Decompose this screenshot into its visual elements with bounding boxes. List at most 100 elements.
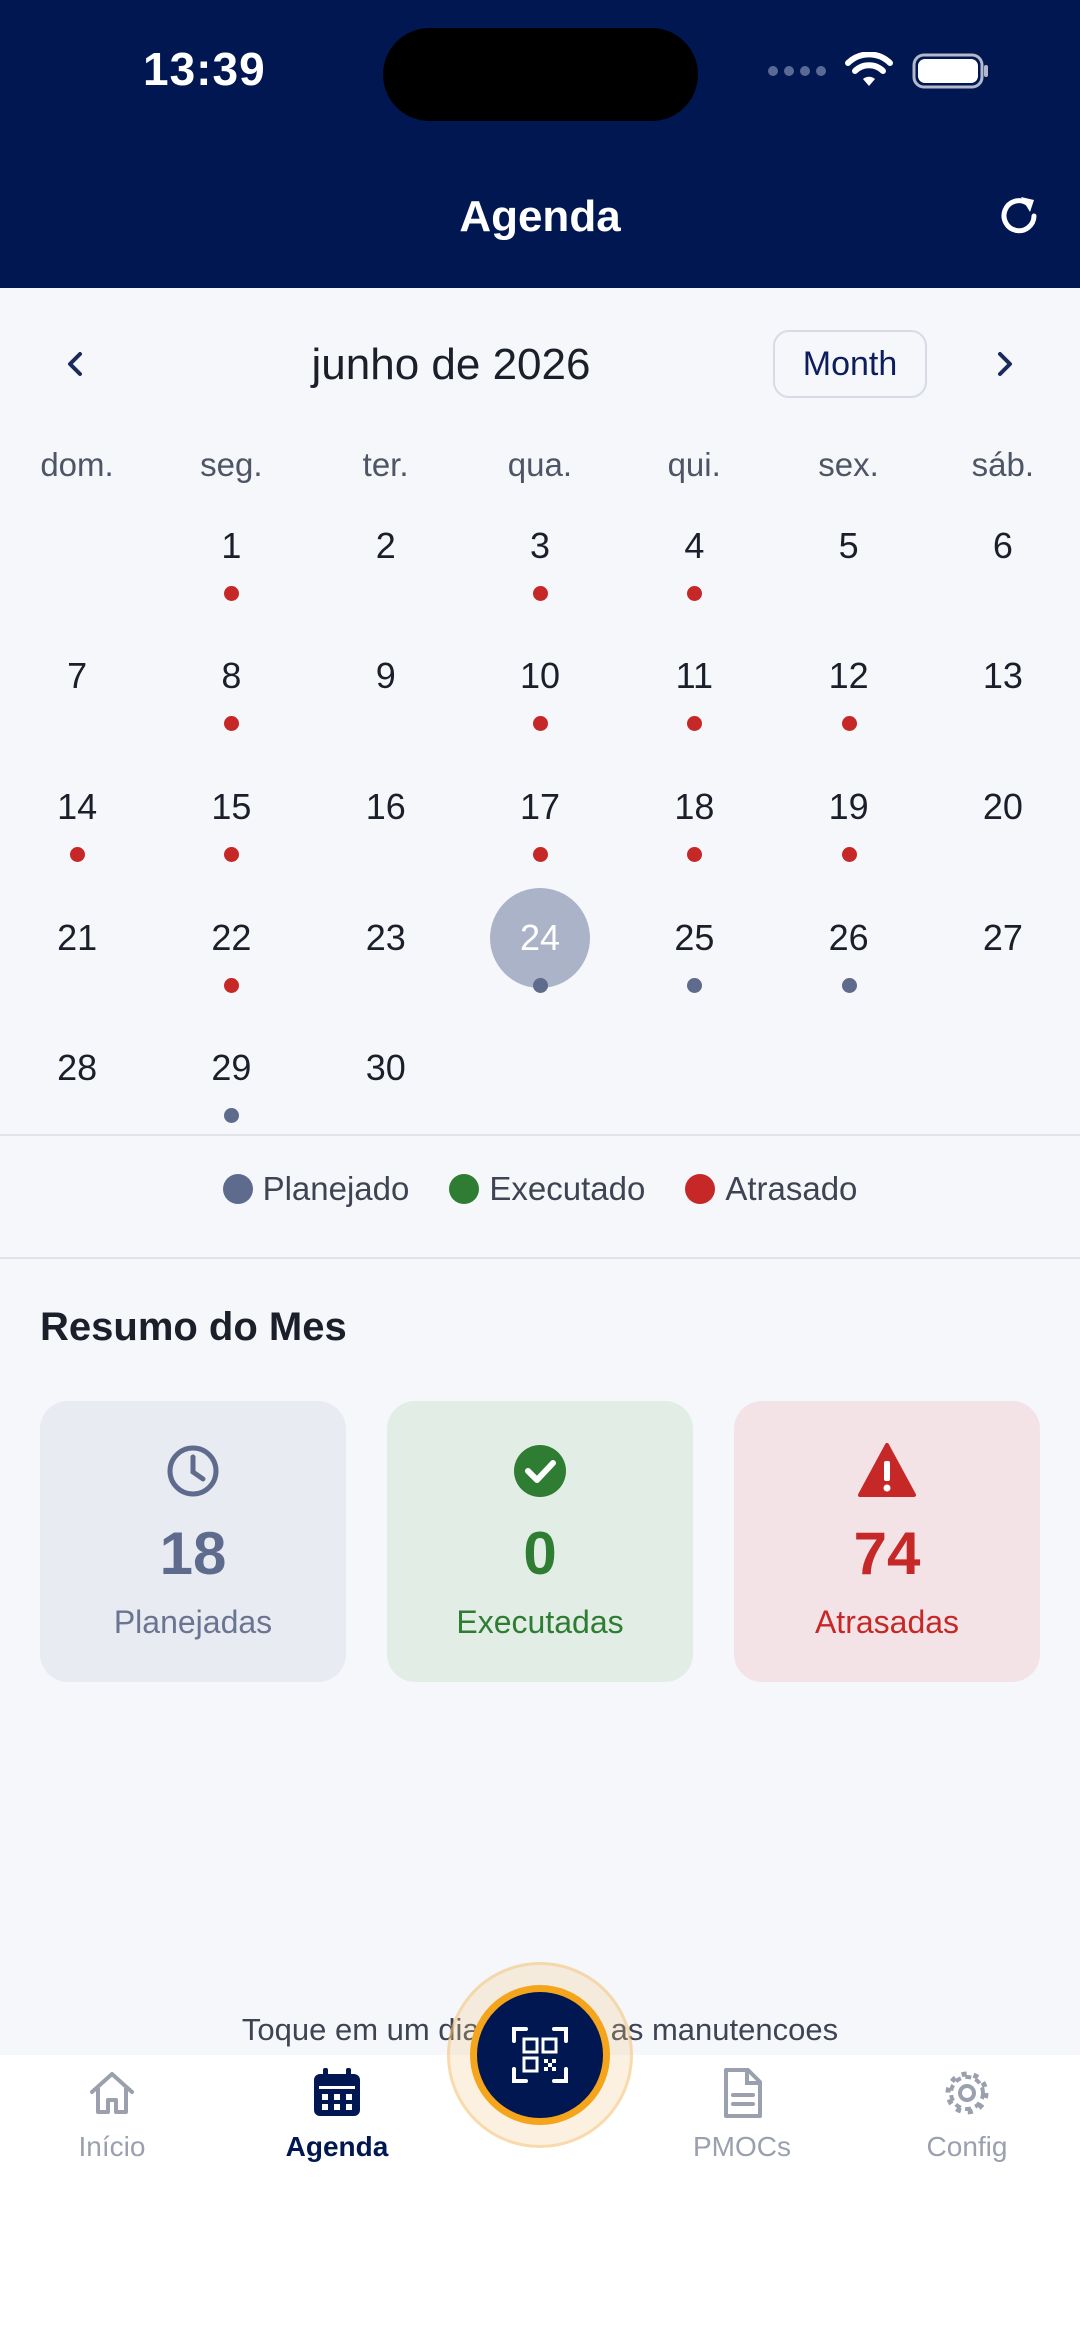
app: 13:39 Agenda junho de 2026 Month dom. se… bbox=[0, 0, 1080, 2341]
calendar-day[interactable]: 4 bbox=[639, 496, 749, 606]
status-dot-planejado bbox=[841, 978, 857, 993]
dynamic-island bbox=[383, 28, 698, 121]
day-number: 11 bbox=[675, 655, 714, 696]
status-dot-atrasado bbox=[70, 847, 86, 862]
gear-icon bbox=[945, 2071, 989, 2115]
legend-planejado: Planejado bbox=[222, 1170, 409, 1208]
weekday-label: dom. bbox=[40, 446, 114, 483]
weekday-label: sex. bbox=[818, 446, 879, 483]
status-dot-atrasado bbox=[687, 847, 703, 862]
qr-code-icon bbox=[512, 2027, 568, 2083]
calendar-day[interactable]: 24 bbox=[485, 888, 595, 998]
weekday-label: qua. bbox=[507, 446, 572, 483]
calendar-day[interactable]: 6 bbox=[948, 496, 1058, 606]
day-number: 17 bbox=[520, 786, 561, 827]
atrasadas-card[interactable]: 74 Atrasadas bbox=[734, 1401, 1040, 1682]
status-dot-atrasado bbox=[224, 978, 240, 993]
nav-label: PMOCs bbox=[693, 2131, 791, 2162]
day-number: 22 bbox=[211, 917, 252, 958]
calendar-day[interactable]: 27 bbox=[948, 888, 1058, 998]
day-number: 9 bbox=[375, 655, 396, 696]
scan-qr-button[interactable] bbox=[470, 1985, 610, 2125]
executadas-card[interactable]: 0 Executadas bbox=[387, 1401, 693, 1682]
view-mode-button[interactable]: Month bbox=[773, 330, 927, 398]
day-number: 23 bbox=[365, 917, 406, 958]
weekday-label: ter. bbox=[362, 446, 409, 483]
calendar-day[interactable]: 16 bbox=[331, 757, 441, 867]
day-number: 16 bbox=[365, 786, 406, 827]
calendar-day[interactable]: 10 bbox=[485, 626, 595, 736]
day-number: 19 bbox=[828, 786, 869, 827]
status-dot-atrasado bbox=[224, 847, 240, 862]
day-number: 14 bbox=[57, 786, 98, 827]
calendar-day[interactable]: 20 bbox=[948, 757, 1058, 867]
weekday-label: seg. bbox=[200, 446, 263, 483]
warning-icon bbox=[858, 1443, 916, 1497]
status-dot-atrasado bbox=[224, 586, 240, 601]
calendar-day[interactable]: 29 bbox=[176, 1018, 286, 1128]
day-number: 1 bbox=[221, 525, 242, 566]
card-label: Executadas bbox=[456, 1604, 624, 1640]
calendar-day[interactable]: 21 bbox=[22, 888, 132, 998]
status-dot-atrasado bbox=[533, 847, 549, 862]
atrasado-dot bbox=[685, 1174, 716, 1204]
day-number: 28 bbox=[57, 1047, 98, 1088]
app-header: 13:39 Agenda bbox=[0, 0, 1080, 288]
nav-pmocs[interactable]: PMOCs bbox=[652, 2065, 832, 2163]
card-value: 74 bbox=[853, 1520, 921, 1587]
day-number: 13 bbox=[982, 655, 1023, 696]
legend-label: Executado bbox=[489, 1170, 646, 1207]
check-circle-icon bbox=[514, 1445, 566, 1497]
calendar-day[interactable]: 25 bbox=[639, 888, 749, 998]
weekday-label: sáb. bbox=[971, 446, 1034, 483]
day-number: 29 bbox=[211, 1047, 252, 1088]
nav-inicio[interactable]: Início bbox=[22, 2065, 202, 2163]
status-dot-planejado bbox=[224, 1108, 240, 1123]
card-value: 18 bbox=[159, 1520, 227, 1587]
calendar-day[interactable]: 13 bbox=[948, 626, 1058, 736]
calendar-day[interactable]: 17 bbox=[485, 757, 595, 867]
status-time: 13:39 bbox=[143, 43, 266, 95]
calendar-day[interactable]: 2 bbox=[331, 496, 441, 606]
calendar-day[interactable]: 15 bbox=[176, 757, 286, 867]
day-number: 10 bbox=[520, 655, 561, 696]
nav-agenda[interactable]: Agenda bbox=[247, 2065, 427, 2163]
day-number: 30 bbox=[365, 1047, 406, 1088]
calendar-day[interactable]: 11 bbox=[639, 626, 749, 736]
calendar-day[interactable]: 8 bbox=[176, 626, 286, 736]
calendar-day[interactable]: 28 bbox=[22, 1018, 132, 1128]
nav-label: Config bbox=[926, 2131, 1008, 2162]
month-title: junho de 2026 bbox=[311, 340, 591, 389]
day-number: 20 bbox=[982, 786, 1023, 827]
home-icon bbox=[90, 2072, 134, 2114]
chevron-right-icon[interactable] bbox=[982, 342, 1026, 386]
calendar-day[interactable]: 14 bbox=[22, 757, 132, 867]
card-label: Atrasadas bbox=[814, 1604, 960, 1640]
calendar-day[interactable]: 9 bbox=[331, 626, 441, 736]
calendar-day[interactable]: 7 bbox=[22, 626, 132, 736]
day-number: 2 bbox=[375, 525, 396, 566]
calendar-day[interactable]: 30 bbox=[331, 1018, 441, 1128]
legend: Planejado Executado Atrasado bbox=[0, 1170, 1080, 1208]
calendar-day[interactable]: 23 bbox=[331, 888, 441, 998]
calendar-day[interactable]: 22 bbox=[176, 888, 286, 998]
calendar-day[interactable]: 5 bbox=[794, 496, 904, 606]
nav-label: Agenda bbox=[285, 2131, 389, 2162]
status-dot-atrasado bbox=[841, 716, 857, 731]
nav-config[interactable]: Config bbox=[877, 2065, 1057, 2163]
calendar-day[interactable]: 3 bbox=[485, 496, 595, 606]
calendar-header: junho de 2026 Month bbox=[0, 330, 1080, 400]
calendar-day[interactable]: 1 bbox=[176, 496, 286, 606]
calendar-day[interactable]: 18 bbox=[639, 757, 749, 867]
wifi-icon bbox=[845, 52, 893, 86]
day-number: 7 bbox=[67, 655, 88, 696]
calendar-day[interactable]: 12 bbox=[794, 626, 904, 736]
calendar-day[interactable]: 26 bbox=[794, 888, 904, 998]
planejadas-card[interactable]: 18 Planejadas bbox=[40, 1401, 346, 1682]
day-number: 25 bbox=[674, 917, 715, 958]
document-icon bbox=[724, 2068, 762, 2118]
legend-label: Atrasado bbox=[725, 1170, 858, 1207]
calendar-day[interactable]: 19 bbox=[794, 757, 904, 867]
refresh-icon[interactable] bbox=[994, 192, 1044, 242]
clock-icon bbox=[167, 1445, 219, 1497]
